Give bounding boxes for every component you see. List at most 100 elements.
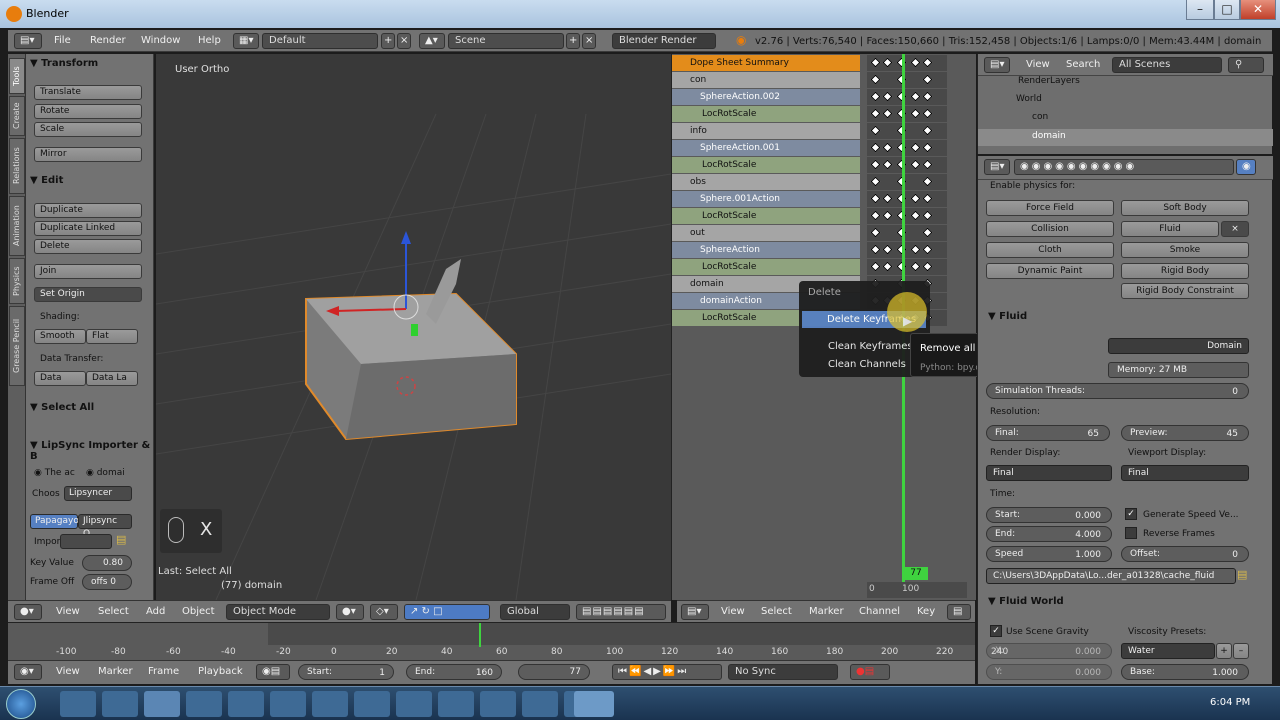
dope-row-obj[interactable]: info	[672, 123, 860, 139]
fluid-button[interactable]: Fluid	[1121, 221, 1219, 237]
offset-field[interactable]: Offset: 0	[1121, 546, 1249, 562]
timeline-menu-marker[interactable]: Marker	[98, 666, 133, 677]
taskbar-app5-icon[interactable]	[396, 691, 432, 717]
dope-menu-channel[interactable]: Channel	[859, 606, 900, 617]
viewport-editor-type-button[interactable]: ●▾	[14, 604, 42, 620]
preview-range-button[interactable]: ◉▤	[256, 664, 290, 680]
fluid-world-panel-header[interactable]: ▼ Fluid World	[988, 596, 1064, 607]
smoke-button[interactable]: Smoke	[1121, 242, 1249, 258]
add-scene-button[interactable]: +	[566, 33, 580, 49]
current-frame-marker[interactable]: 77	[904, 567, 928, 580]
viewport-shading-button[interactable]: ●▾	[336, 604, 364, 620]
add-layout-button[interactable]: +	[381, 33, 395, 49]
outliner-item-renderlayers[interactable]: RenderLayers	[1018, 76, 1080, 86]
record-button[interactable]: ●▤	[850, 664, 890, 680]
dope-row-sum[interactable]: Dope Sheet Summary	[672, 55, 860, 71]
duplicate-linked-button[interactable]: Duplicate Linked	[34, 221, 142, 236]
start-time-field[interactable]: Start: 0.000	[986, 507, 1112, 523]
generate-speed-checkbox[interactable]: ✓	[1125, 508, 1137, 520]
delete-button[interactable]: Delete	[34, 239, 142, 254]
outliner-menu-search[interactable]: Search	[1066, 59, 1100, 70]
clean-channels-item[interactable]: Clean Channels	[828, 359, 906, 370]
frame-offset-field[interactable]: offs 0	[82, 574, 132, 590]
3d-viewport[interactable]: User Ortho X Last: Select All (77) domai…	[156, 54, 671, 600]
dope-menu-view[interactable]: View	[721, 606, 745, 617]
timeline-menu-view[interactable]: View	[56, 666, 80, 677]
set-origin-select[interactable]: Set Origin	[34, 287, 142, 302]
context-tab-icons[interactable]: ◉◉◉◉◉◉◉◉◉◉	[1014, 159, 1234, 175]
dope-menu-marker[interactable]: Marker	[809, 606, 844, 617]
taskbar-app8-icon[interactable]	[522, 691, 558, 717]
dope-row-ch[interactable]: LocRotScale	[672, 208, 860, 224]
dope-row-act[interactable]: SphereAction.001	[672, 140, 860, 156]
scene-field[interactable]: Scene	[448, 33, 564, 49]
sync-mode-select[interactable]: No Sync	[728, 664, 838, 680]
dope-row-obj[interactable]: con	[672, 72, 860, 88]
dope-menu-select[interactable]: Select	[761, 606, 792, 617]
rigid-body-constraint-button[interactable]: Rigid Body Constraint	[1121, 283, 1249, 299]
editor-type-button[interactable]: ▤▾	[14, 33, 42, 49]
select-all-panel-header[interactable]: ▼ Select All	[30, 402, 94, 413]
outliner-item-domain[interactable]: domain	[1032, 131, 1066, 141]
outliner-menu-view[interactable]: View	[1026, 59, 1050, 70]
minimize-button[interactable]: –	[1186, 0, 1214, 20]
taskbar-folder-icon[interactable]	[102, 691, 138, 717]
lipsyncer-select[interactable]: Lipsyncer	[64, 486, 132, 501]
use-scene-gravity-checkbox[interactable]: ✓	[990, 625, 1002, 637]
scale-button[interactable]: Scale	[34, 122, 142, 137]
pivot-point-button[interactable]: ◇▾	[370, 604, 398, 620]
remove-scene-button[interactable]: ×	[582, 33, 596, 49]
cache-path-field[interactable]: C:\Users\3DAppData\Lo...der_a01328\cache…	[986, 568, 1236, 584]
edit-panel-header[interactable]: ▼ Edit	[30, 175, 63, 186]
taskbar-chrome-icon[interactable]	[144, 691, 180, 717]
dynamic-paint-button[interactable]: Dynamic Paint	[986, 263, 1114, 279]
menu-file[interactable]: File	[54, 35, 71, 46]
timeline-menu-playback[interactable]: Playback	[198, 666, 243, 677]
tab-create[interactable]: Create	[9, 96, 25, 136]
z-arrow-icon[interactable]	[401, 231, 411, 244]
dope-editor-type-button[interactable]: ▤▾	[681, 604, 709, 620]
outliner-item-world[interactable]: World	[1016, 94, 1042, 104]
menu-window[interactable]: Window	[141, 35, 180, 46]
menu-help[interactable]: Help	[198, 35, 221, 46]
dope-row-act[interactable]: Sphere.001Action	[672, 191, 860, 207]
key-value-field[interactable]: 0.80	[82, 555, 132, 571]
dope-row-ch[interactable]: LocRotScale	[672, 106, 860, 122]
taskbar-app3-icon[interactable]	[312, 691, 348, 717]
tab-relations[interactable]: Relations	[9, 138, 25, 194]
lipsync-panel-header[interactable]: ▼ LipSync Importer & B	[30, 440, 153, 462]
outliner-editor-type-button[interactable]: ▤▾	[984, 57, 1010, 73]
close-window-button[interactable]: ✕	[1240, 0, 1276, 20]
dope-row-obj[interactable]: obs	[672, 174, 860, 190]
tab-animation[interactable]: Animation	[9, 196, 25, 256]
properties-editor[interactable]: ▤▾ ◉◉◉◉◉◉◉◉◉◉ ◉ Enable physics for: Forc…	[977, 156, 1273, 684]
object-mode-select[interactable]: Object Mode	[226, 604, 330, 620]
viewport-menu-view[interactable]: View	[56, 606, 80, 617]
clean-keyframes-item[interactable]: Clean Keyframes	[828, 341, 913, 352]
timeline-editor-type-button[interactable]: ◉▾	[14, 664, 42, 680]
data-button[interactable]: Data	[34, 371, 86, 386]
taskbar-app4-icon[interactable]	[354, 691, 390, 717]
fluid-remove-icon[interactable]: ×	[1221, 221, 1249, 237]
properties-editor-type-button[interactable]: ▤▾	[984, 159, 1010, 175]
rotate-button[interactable]: Rotate	[34, 104, 142, 119]
dope-row-obj[interactable]: out	[672, 225, 860, 241]
taskbar-app2-icon[interactable]	[270, 691, 306, 717]
tab-grease-pencil[interactable]: Grease Pencil	[9, 306, 25, 386]
tab-tools[interactable]: Tools	[9, 58, 25, 94]
taskbar-app-icon[interactable]	[186, 691, 222, 717]
screen-layout-field[interactable]: Default	[262, 33, 378, 49]
dope-row-ch[interactable]: LocRotScale	[672, 157, 860, 173]
timeline-end-field[interactable]: End: 160	[406, 664, 502, 680]
soft-body-button[interactable]: Soft Body	[1121, 200, 1249, 216]
render-engine-select[interactable]: Blender Render	[612, 33, 716, 49]
data-layout-button[interactable]: Data La	[86, 371, 138, 386]
force-field-button[interactable]: Force Field	[986, 200, 1114, 216]
reverse-frames-checkbox[interactable]	[1125, 527, 1137, 539]
taskbar-blender-icon[interactable]	[574, 691, 614, 717]
outliner[interactable]: ▤▾ View Search All Scenes ⚲ RenderLayers…	[977, 54, 1273, 154]
taskbar-app7-icon[interactable]	[480, 691, 516, 717]
maximize-button[interactable]: □	[1214, 0, 1240, 20]
mirror-button[interactable]: Mirror	[34, 147, 142, 162]
taskbar-app6-icon[interactable]	[438, 691, 474, 717]
